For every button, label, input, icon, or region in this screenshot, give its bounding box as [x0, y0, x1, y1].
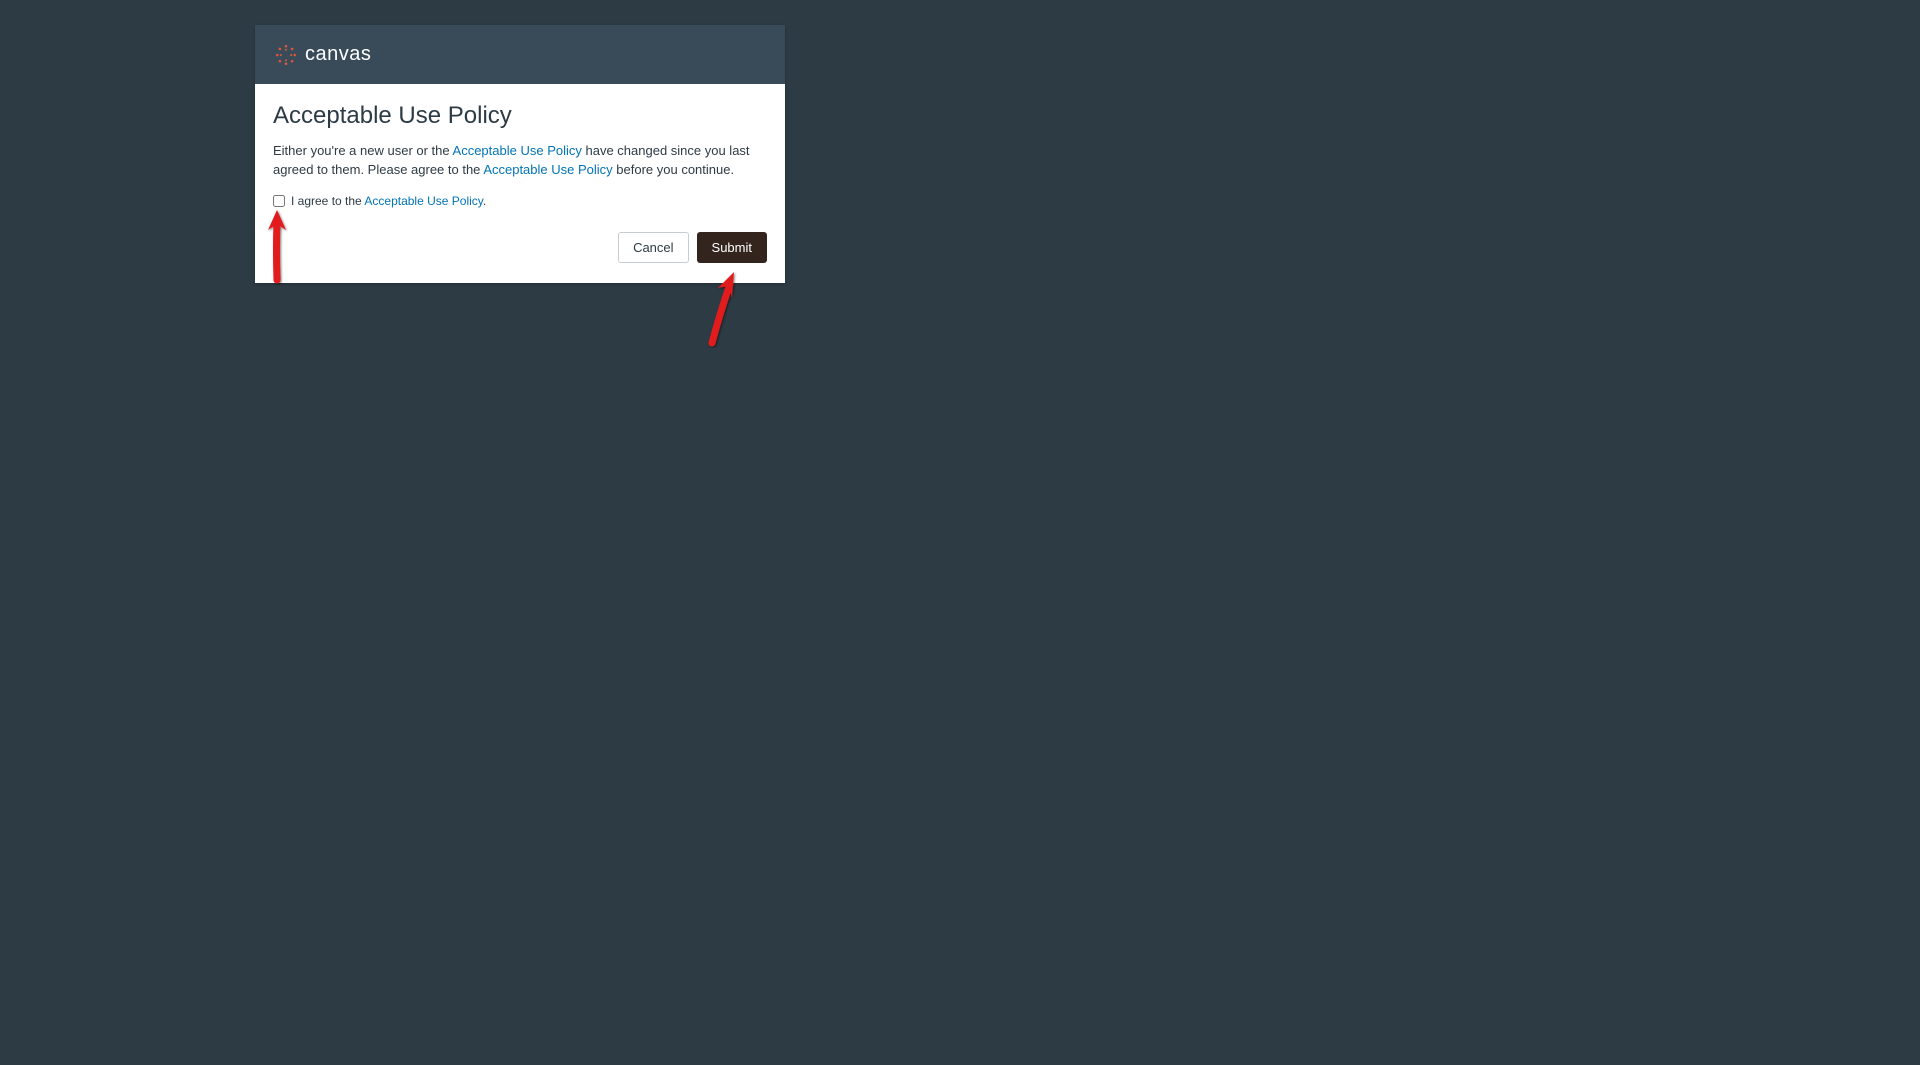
desc-text-suffix: before you continue.: [613, 162, 734, 177]
desc-text-prefix: Either you're a new user or the: [273, 143, 453, 158]
policy-link-2[interactable]: Acceptable Use Policy: [483, 162, 612, 177]
agree-policy-link[interactable]: Acceptable Use Policy: [364, 194, 483, 208]
modal-header: canvas: [255, 25, 785, 84]
modal-body: Acceptable Use Policy Either you're a ne…: [255, 84, 785, 283]
button-row: Cancel Submit: [273, 232, 767, 263]
agree-checkbox[interactable]: [273, 195, 285, 207]
agree-prefix: I agree to the: [291, 194, 364, 208]
submit-button[interactable]: Submit: [697, 232, 767, 263]
policy-link-1[interactable]: Acceptable Use Policy: [453, 143, 582, 158]
policy-description: Either you're a new user or the Acceptab…: [273, 142, 767, 180]
page-title: Acceptable Use Policy: [273, 102, 767, 130]
canvas-logo-icon: [275, 44, 297, 66]
agree-suffix: .: [483, 194, 486, 208]
policy-modal: canvas Acceptable Use Policy Either you'…: [255, 25, 785, 283]
agree-row: I agree to the Acceptable Use Policy.: [273, 194, 767, 208]
brand-logo: canvas: [275, 43, 371, 66]
cancel-button[interactable]: Cancel: [618, 232, 688, 263]
brand-name: canvas: [305, 43, 371, 66]
agree-label: I agree to the Acceptable Use Policy.: [291, 194, 486, 208]
